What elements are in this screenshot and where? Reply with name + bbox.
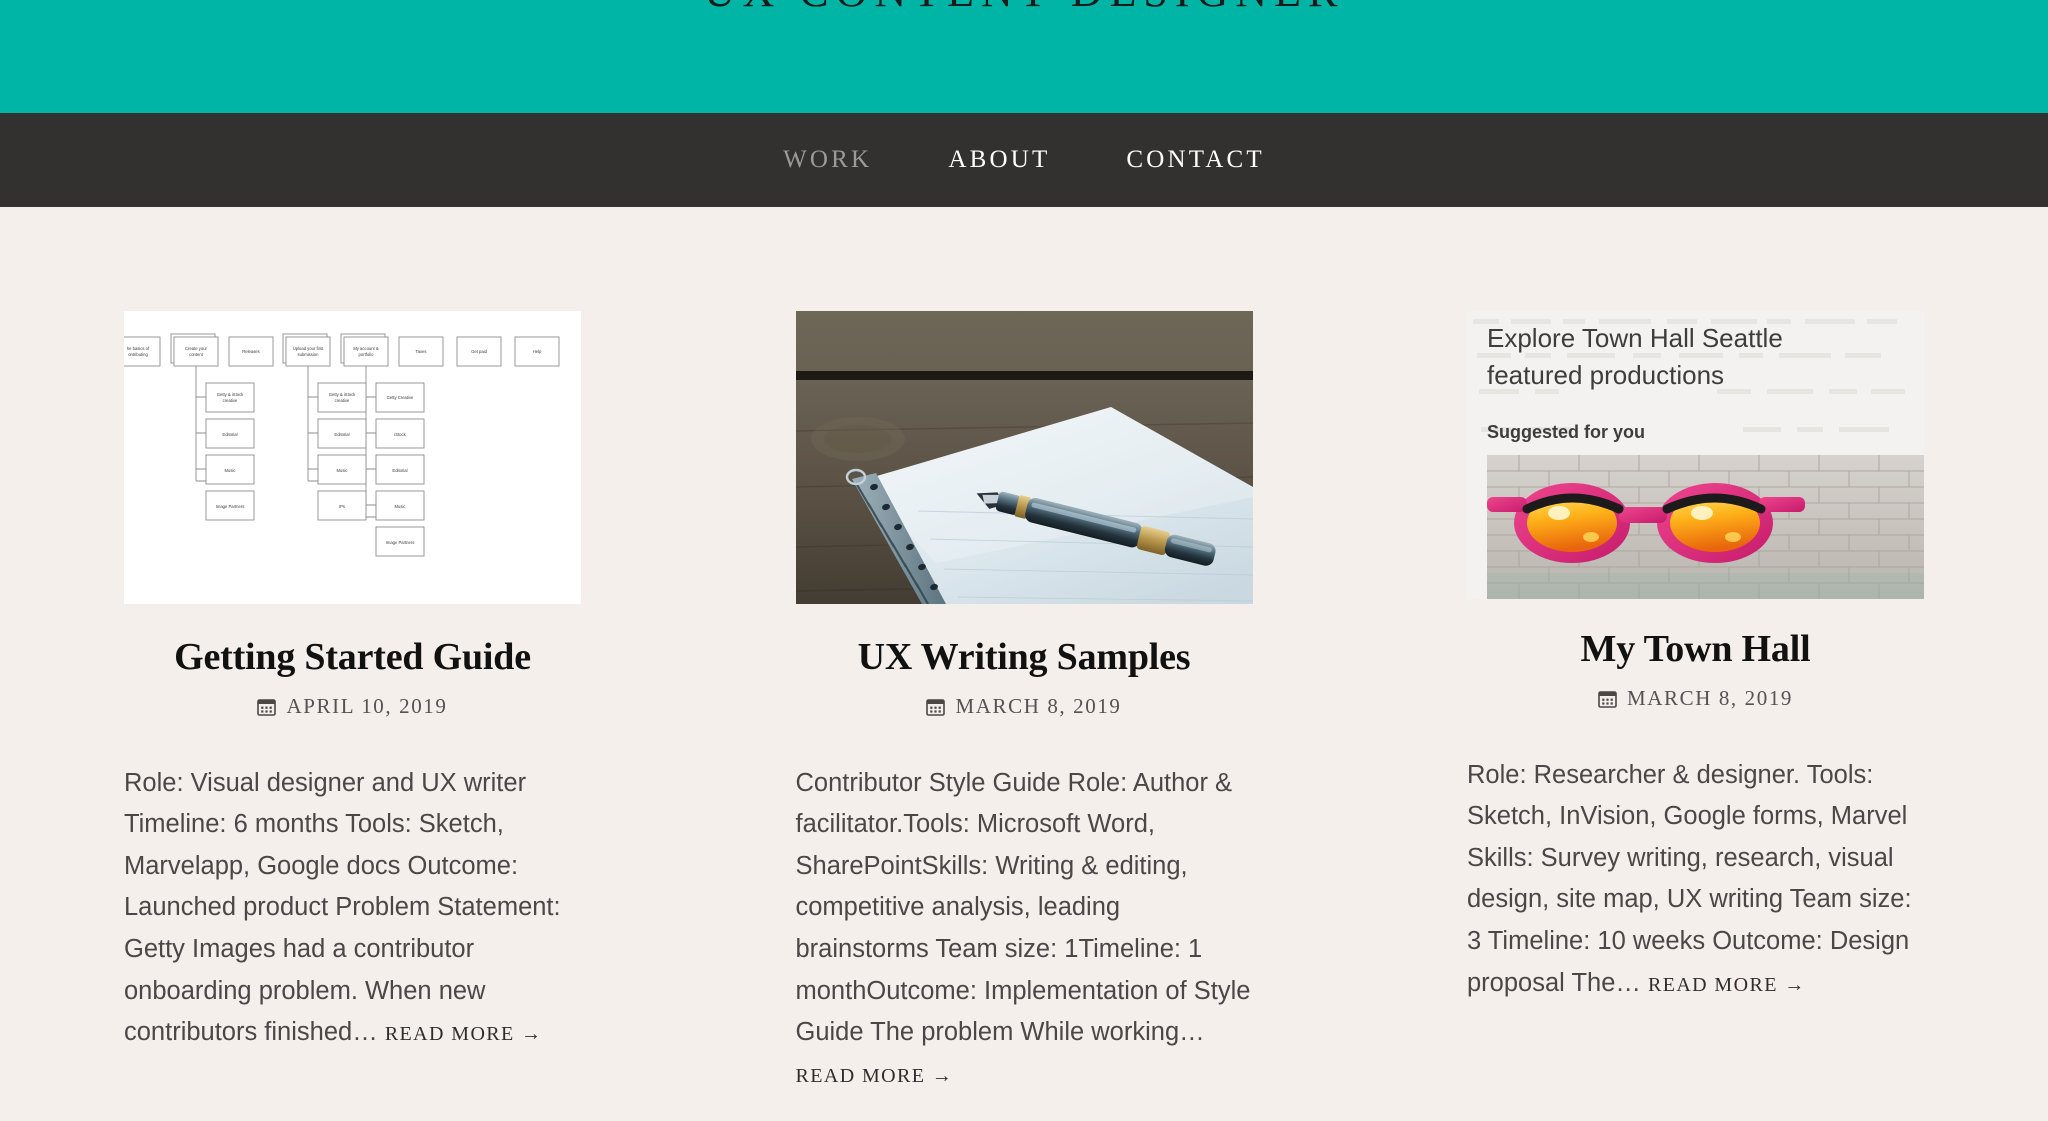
svg-text:ontributing: ontributing (128, 352, 148, 357)
post-grid: he basics of ontributing Create your conte… (124, 311, 1924, 1121)
site-title: UX CONTENT DESIGNER (0, 0, 2048, 17)
post-title[interactable]: UX Writing Samples (796, 636, 1253, 680)
calendar-icon (926, 697, 946, 716)
svg-text:Getty & iStock: Getty & iStock (217, 392, 244, 397)
post-excerpt: Role: Researcher & designer. Tools: Sket… (1467, 755, 1924, 1004)
svg-text:My account &: My account & (353, 346, 379, 351)
post-thumbnail-notebook-photo[interactable] (795, 311, 1253, 604)
svg-text:he basics of: he basics of (127, 346, 150, 351)
svg-text:Music: Music (225, 468, 236, 473)
read-more-link[interactable]: READ MORE → (1648, 974, 1806, 996)
nav-item-work[interactable]: WORK (745, 146, 910, 174)
svg-text:creative: creative (335, 398, 350, 403)
townhall-heading-line1: Explore Town Hall Seattle (1487, 323, 1783, 353)
primary-navigation: WORK ABOUT CONTACT (0, 113, 2048, 207)
post-grid-section: he basics of ontributing Create your conte… (0, 207, 2048, 1121)
svg-text:Releases: Releases (242, 349, 259, 354)
svg-text:iStock: iStock (394, 432, 406, 437)
post-card: Explore Town Hall Seattle featured produ… (1467, 311, 1924, 1030)
post-title[interactable]: Getting Started Guide (124, 636, 581, 680)
post-excerpt-text: Role: Researcher & designer. Tools: Sket… (1467, 760, 1912, 997)
read-more-link[interactable]: READ MORE → (796, 1065, 954, 1087)
svg-text:Music: Music (395, 504, 406, 509)
svg-text:Create your: Create your (185, 346, 207, 351)
svg-text:Image Partners: Image Partners (216, 504, 245, 509)
post-excerpt-text: Contributor Style Guide Role: Author & f… (795, 768, 1251, 1047)
svg-text:Getty & iStock: Getty & iStock (329, 392, 356, 397)
post-date: APRIL 10, 2019 (286, 693, 448, 718)
post-meta: MARCH 8, 2019 (1467, 686, 1924, 711)
post-title[interactable]: My Town Hall (1467, 628, 1924, 672)
post-meta: MARCH 8, 2019 (796, 694, 1253, 719)
svg-text:portfolio: portfolio (359, 352, 375, 357)
post-thumbnail-sitemap[interactable]: he basics of ontributing Create your conte… (124, 311, 581, 604)
svg-text:submission: submission (298, 352, 320, 357)
svg-text:Upload your first: Upload your first (293, 346, 324, 351)
svg-text:Help: Help (533, 349, 542, 354)
post-excerpt-text: Role: Visual designer and UX writer Time… (124, 768, 561, 1047)
svg-text:Get paid: Get paid (471, 349, 488, 354)
post-card: UX Writing Samples MARCH 8, 2019 Contrib… (795, 311, 1253, 1121)
svg-text:Music: Music (337, 468, 348, 473)
read-more-link[interactable]: READ MORE → (385, 1023, 543, 1045)
svg-text:Taxes: Taxes (416, 349, 427, 354)
post-meta: APRIL 10, 2019 (124, 694, 581, 719)
nav-item-contact[interactable]: CONTACT (1088, 146, 1302, 174)
svg-text:Editorial: Editorial (392, 468, 407, 473)
post-date: MARCH 8, 2019 (1626, 685, 1794, 710)
post-date: MARCH 8, 2019 (955, 693, 1122, 718)
calendar-icon (1598, 689, 1617, 708)
post-card: he basics of ontributing Create your conte… (124, 311, 581, 1079)
post-excerpt: Contributor Style Guide Role: Author & f… (796, 763, 1253, 1096)
post-thumbnail-townhall-mockup[interactable]: Explore Town Hall Seattle featured produ… (1467, 311, 1924, 599)
site-header: UX CONTENT DESIGNER (0, 0, 2048, 113)
svg-text:content: content (189, 352, 204, 357)
townhall-subheading: Suggested for you (1487, 422, 1645, 442)
townhall-heading-line2: featured productions (1487, 360, 1724, 390)
svg-text:creative: creative (223, 398, 238, 403)
calendar-icon (257, 697, 277, 716)
svg-text:Editorial: Editorial (334, 432, 349, 437)
svg-text:Image Partners: Image Partners (386, 540, 415, 545)
svg-text:IPs: IPs (339, 504, 345, 509)
svg-text:Editorial: Editorial (222, 432, 237, 437)
nav-item-about[interactable]: ABOUT (910, 146, 1088, 174)
post-excerpt: Role: Visual designer and UX writer Time… (124, 763, 581, 1054)
svg-text:Getty Creative: Getty Creative (387, 395, 414, 400)
